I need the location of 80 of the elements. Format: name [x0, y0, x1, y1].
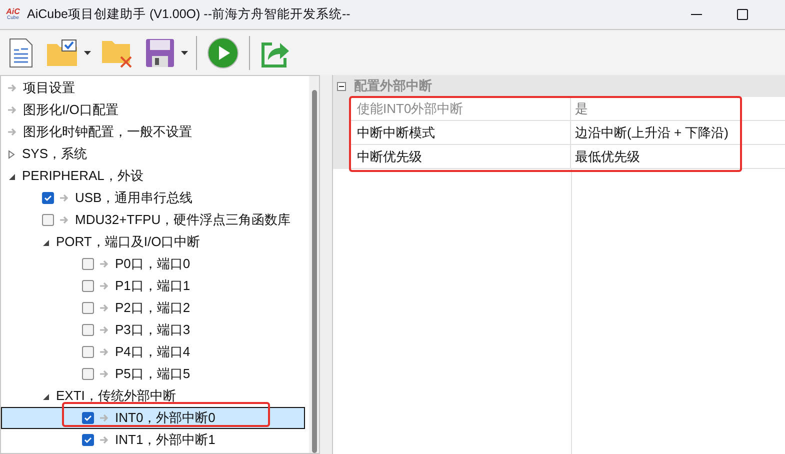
arrow-icon [100, 326, 109, 334]
tree-label: 项目设置 [23, 79, 75, 98]
maximize-icon [736, 9, 748, 20]
checkbox[interactable] [82, 368, 94, 380]
arrow-icon [8, 84, 17, 92]
checkbox[interactable] [82, 434, 94, 446]
tree-label: PORT，端口及I/O口中断 [56, 233, 200, 252]
window-title: AiCube项目创建助手 (V1.00O) --前海方舟智能开发系统-- [27, 6, 350, 24]
checkbox[interactable] [82, 324, 94, 336]
property-name: 中断优先级 [349, 145, 571, 169]
tree-label: SYS，系统 [22, 145, 88, 164]
checkbox[interactable] [82, 280, 94, 292]
collapsed-triangle-icon[interactable] [8, 150, 16, 158]
tree-item[interactable]: PORT，端口及I/O口中断 [1, 231, 305, 253]
tree-item[interactable]: P0口，端口0 [1, 253, 305, 275]
tree-label: EXTI，传统外部中断 [56, 387, 176, 406]
tree-item[interactable]: P5口，端口5 [1, 363, 305, 385]
tree-label: 图形化时钟配置，一般不设置 [23, 123, 192, 142]
caret-icon[interactable] [181, 50, 188, 54]
tree-label: 图形化I/O口配置 [23, 101, 118, 120]
checkbox[interactable] [82, 412, 94, 424]
arrow-icon [60, 216, 69, 224]
tree-item[interactable]: SYS，系统 [1, 143, 305, 165]
arrow-icon [100, 348, 109, 356]
tree-item[interactable]: USB，通用串行总线 [1, 187, 305, 209]
arrow-icon [100, 304, 109, 312]
tree-label: P2口，端口2 [115, 299, 190, 318]
toolbar-button[interactable] [205, 34, 241, 70]
checkbox[interactable] [42, 192, 54, 204]
checkbox[interactable] [82, 302, 94, 314]
document-icon [8, 38, 34, 68]
tree-label: INT1，外部中断1 [115, 431, 216, 450]
arrow-icon [100, 436, 109, 444]
checkbox[interactable] [82, 258, 94, 270]
tree-item[interactable]: EXTI，传统外部中断 [1, 385, 305, 407]
tree-item[interactable]: P2口，端口2 [1, 297, 305, 319]
property-value[interactable]: 边沿中断(上升沿 + 下降沿) [571, 121, 785, 145]
property-value[interactable]: 最低优先级 [571, 145, 785, 169]
property-name: 中断中断模式 [349, 121, 571, 145]
tree-item[interactable]: INT1，外部中断1 [1, 429, 305, 451]
tree-label: P0口，端口0 [115, 255, 190, 274]
tree-label: INT0，外部中断0 [115, 409, 216, 428]
collapse-icon[interactable] [337, 82, 346, 90]
arrow-icon [100, 260, 109, 268]
tree-label: USB，通用串行总线 [75, 189, 193, 208]
checkmark-icon [84, 415, 92, 421]
tree-item[interactable]: 图形化时钟配置，一般不设置 [1, 121, 305, 143]
tree-item[interactable]: 图形化I/O口配置 [1, 99, 305, 121]
tree-item[interactable]: P4口，端口4 [1, 341, 305, 363]
tree-item[interactable]: PERIPHERAL，外设 [1, 165, 305, 187]
minimize-icon [690, 14, 702, 16]
tree-item[interactable]: P1口，端口1 [1, 275, 305, 297]
tree-label: P5口，端口5 [115, 365, 190, 384]
arrow-icon [8, 106, 17, 114]
caret-icon[interactable] [84, 50, 91, 54]
tree-label: PERIPHERAL，外设 [22, 167, 144, 186]
arrow-icon [100, 282, 109, 290]
checkbox[interactable] [42, 214, 54, 226]
tree-label: P1口，端口1 [115, 277, 190, 296]
tree-item[interactable]: 项目设置 [1, 77, 305, 99]
folder-check-icon [46, 38, 78, 66]
arrow-icon [100, 414, 109, 422]
scrollbar[interactable] [309, 76, 319, 453]
arrow-icon [100, 370, 109, 378]
tree-item[interactable]: INT0，外部中断0 [1, 407, 305, 429]
checkbox[interactable] [82, 346, 94, 358]
tree-label: P4口，端口4 [115, 343, 190, 362]
arrow-icon [8, 128, 17, 136]
tree-item[interactable]: P3口，端口3 [1, 319, 305, 341]
tree-label: P3口，端口3 [115, 321, 190, 340]
play-icon [207, 36, 239, 68]
expanded-triangle-icon[interactable] [42, 238, 50, 246]
checkmark-icon [44, 195, 52, 201]
tree-item[interactable]: MDU32+TFPU，硬件浮点三角函数库 [1, 209, 305, 231]
expanded-triangle-icon[interactable] [8, 172, 16, 180]
expanded-triangle-icon[interactable] [42, 392, 50, 400]
property-name: 使能INT0外部中断 [349, 97, 571, 121]
arrow-icon [60, 194, 69, 202]
checkmark-icon [84, 437, 92, 443]
tree-label: MDU32+TFPU，硬件浮点三角函数库 [75, 211, 291, 230]
